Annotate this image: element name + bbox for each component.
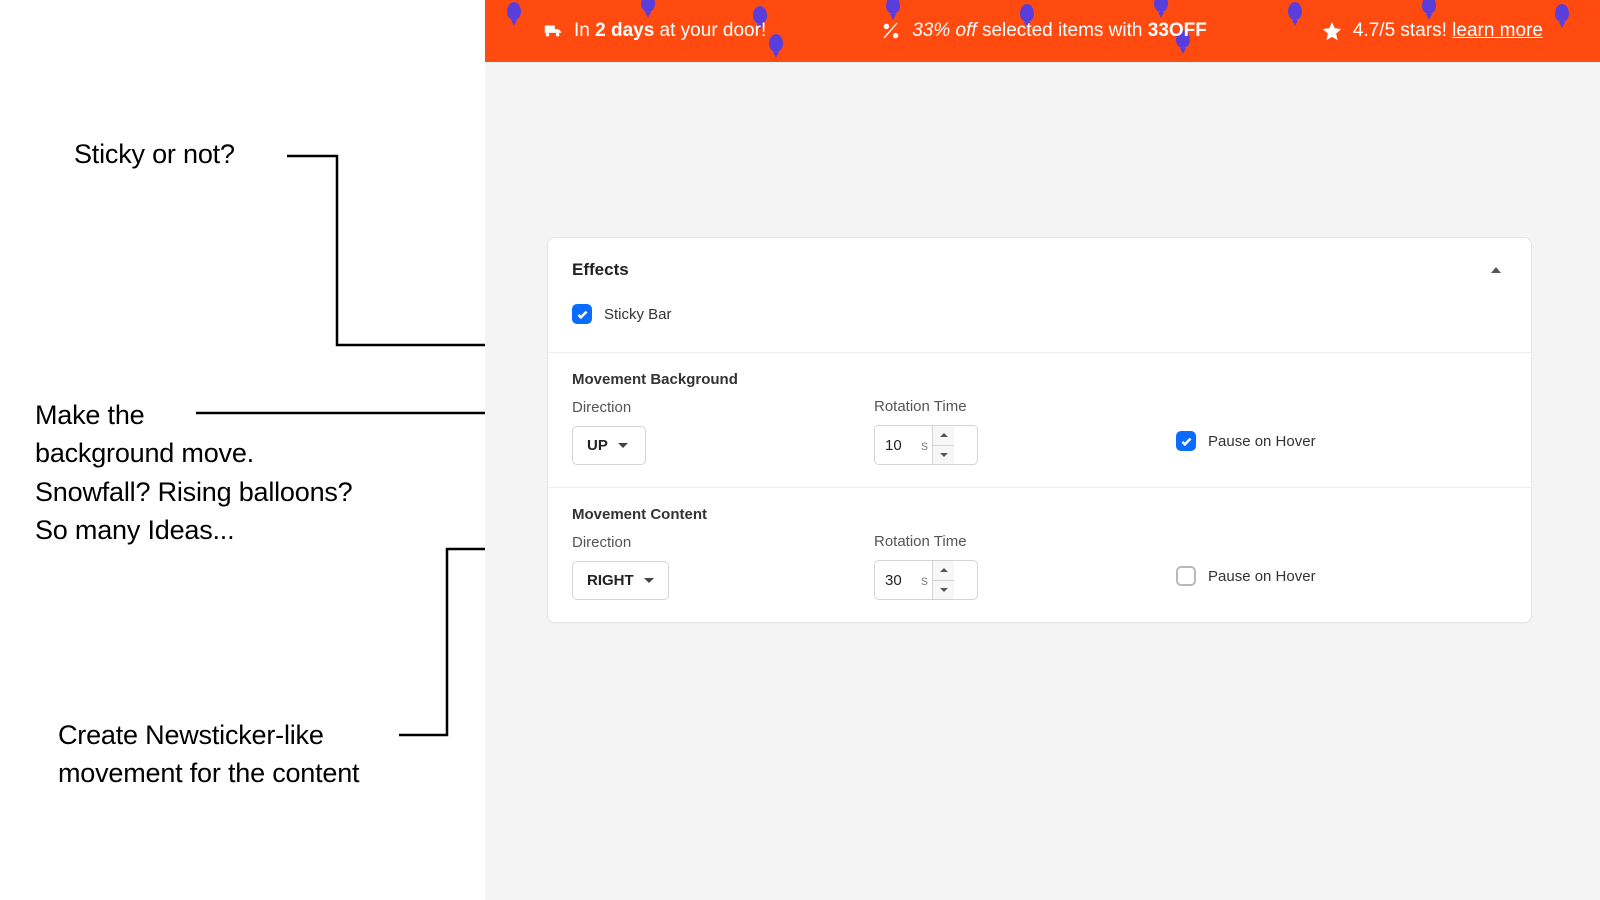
balloon-icon: [1422, 0, 1436, 14]
card-title: Effects: [572, 260, 629, 280]
learn-more-link[interactable]: learn more: [1452, 20, 1543, 41]
label-rotation: Rotation Time: [874, 533, 1144, 550]
percent-icon: [880, 20, 902, 42]
annotation-content: Create Newsticker-like movement for the …: [58, 716, 359, 793]
stepper-down-button[interactable]: [933, 445, 954, 465]
input-bg-rotation-value[interactable]: [875, 426, 921, 464]
checkbox-bg-pause[interactable]: [1176, 431, 1196, 451]
balloon-icon: [1288, 2, 1302, 20]
promo-bar: In 2 days at your door! 33% off selected…: [485, 0, 1600, 62]
label-rotation: Rotation Time: [874, 398, 1144, 415]
annotation-sticky: Sticky or not?: [74, 135, 235, 173]
star-icon: [1321, 20, 1343, 42]
promo-item-shipping: In 2 days at your door!: [542, 20, 766, 42]
row-movement-content: Movement Content Direction RIGHT Rotatio…: [548, 487, 1531, 622]
label-direction: Direction: [572, 399, 842, 416]
promo-item-discount: 33% off selected items with 33OFF: [880, 20, 1207, 42]
balloon-icon: [886, 0, 900, 14]
pause-label: Pause on Hover: [1208, 568, 1316, 585]
input-bg-rotation[interactable]: s: [874, 425, 978, 465]
select-ct-direction[interactable]: RIGHT: [572, 561, 669, 600]
promo-item-rating: 4.7/5 stars! learn more: [1321, 20, 1543, 42]
select-bg-direction[interactable]: UP: [572, 426, 646, 465]
row-movement-background: Movement Background Direction UP Rotatio…: [548, 352, 1531, 487]
label-direction: Direction: [572, 534, 842, 551]
truck-icon: [542, 20, 564, 42]
balloon-icon: [641, 0, 655, 12]
annotation-panel: Sticky or not? Make the background move.…: [0, 0, 485, 900]
promo-text: 4.7/5 stars! learn more: [1353, 20, 1543, 42]
input-ct-rotation-value[interactable]: [875, 561, 921, 599]
stepper-down-button[interactable]: [933, 580, 954, 600]
preview-pane: In 2 days at your door! 33% off selected…: [485, 0, 1600, 900]
stepper-up-button[interactable]: [933, 426, 954, 445]
effects-card: Effects Sticky Bar Movement Background D…: [547, 237, 1532, 623]
balloon-icon: [507, 2, 521, 20]
row-sticky: Sticky Bar: [548, 300, 1531, 352]
unit-label: s: [921, 426, 932, 464]
collapse-caret-icon: [1491, 267, 1501, 273]
sticky-bar-label: Sticky Bar: [604, 306, 672, 323]
balloon-icon: [769, 34, 783, 52]
chevron-down-icon: [618, 443, 628, 448]
balloon-icon: [1154, 0, 1168, 12]
balloon-icon: [1555, 4, 1569, 22]
chevron-down-icon: [644, 578, 654, 583]
pause-label: Pause on Hover: [1208, 433, 1316, 450]
input-ct-rotation[interactable]: s: [874, 560, 978, 600]
group-title-background: Movement Background: [572, 371, 1507, 388]
stepper-up-button[interactable]: [933, 561, 954, 580]
group-title-content: Movement Content: [572, 506, 1507, 523]
card-header[interactable]: Effects: [548, 238, 1531, 300]
promo-text: In 2 days at your door!: [574, 20, 766, 42]
checkbox-sticky-bar[interactable]: [572, 304, 592, 324]
unit-label: s: [921, 561, 932, 599]
checkbox-ct-pause[interactable]: [1176, 566, 1196, 586]
promo-text: 33% off selected items with 33OFF: [912, 20, 1207, 42]
annotation-background: Make the background move. Snowfall? Risi…: [35, 396, 353, 549]
